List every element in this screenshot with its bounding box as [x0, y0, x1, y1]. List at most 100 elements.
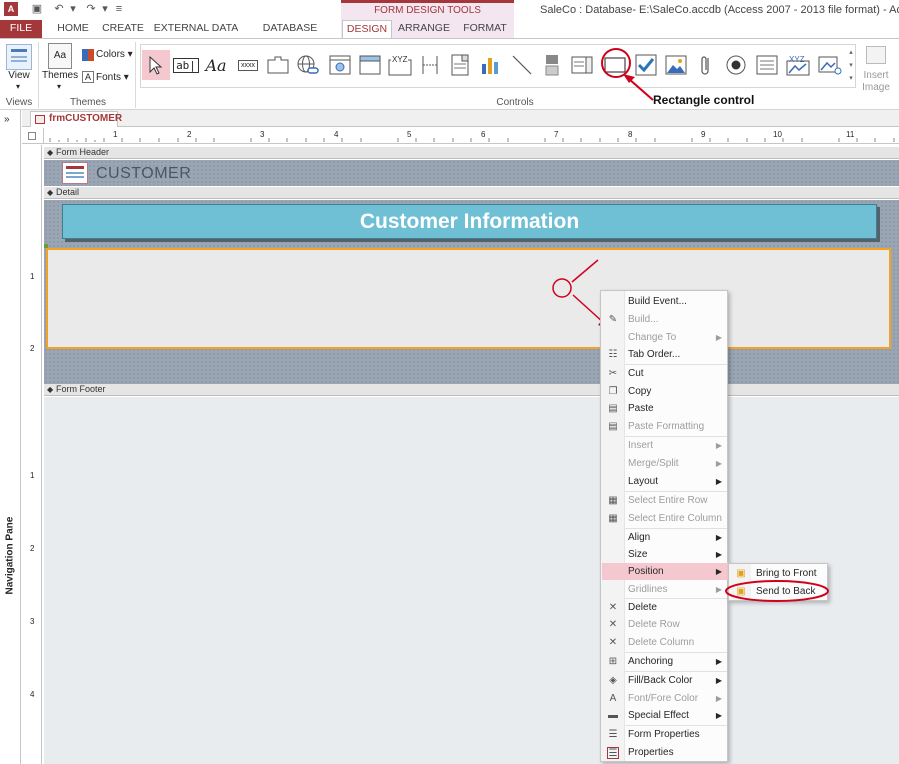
menu-item-anchoring[interactable]: ⊞ Anchoring ▶ — [602, 653, 728, 670]
detail-title-box[interactable]: Customer Information — [62, 204, 877, 239]
menu-item-label: Size — [628, 549, 648, 560]
menu-item-paste-formatting[interactable]: ▤ Paste Formatting — [602, 418, 728, 435]
submenu-arrow-icon: ▶ — [715, 477, 722, 486]
access-app-icon[interactable]: A — [4, 2, 18, 16]
undo-dropdown-icon[interactable]: ▾ — [66, 2, 80, 16]
menu-item-label: Select Entire Row — [628, 495, 708, 506]
hyperlink-icon[interactable] — [294, 50, 322, 80]
select-icon[interactable] — [142, 50, 170, 80]
document-tab[interactable]: frmCUSTOMER — [30, 111, 122, 127]
menu-item-align[interactable]: Align ▶ — [602, 529, 728, 546]
colors-button[interactable]: Colors ▾ — [96, 49, 133, 60]
menu-item-position[interactable]: Position ▶ — [602, 563, 728, 580]
menu-item-tab-order[interactable]: ☷ Tab Order... — [602, 346, 728, 363]
fonts-icon[interactable]: A — [82, 71, 94, 83]
navigation-pane[interactable]: » Navigation Pane — [0, 110, 21, 764]
menu-item-properties[interactable]: ☰ Properties — [602, 744, 728, 761]
menu-item-form-properties[interactable]: ☰ Form Properties — [602, 726, 728, 743]
menu-item-label: Select Entire Column — [628, 513, 722, 524]
tab-external-data[interactable]: EXTERNAL DATA — [152, 20, 240, 38]
insert-image-icon[interactable] — [866, 46, 886, 64]
menu-item-special-effect[interactable]: ▬ Special Effect ▶ — [602, 707, 728, 724]
navigation-pane-label: Navigation Pane — [4, 516, 16, 595]
menu-item-label: Build Event... — [628, 296, 687, 307]
undo-icon[interactable]: ↶ — [52, 2, 66, 16]
menu-item-copy[interactable]: ❐ Copy — [602, 383, 728, 400]
themes-button-label[interactable]: Themes — [42, 70, 78, 81]
form-header-label: Form Header — [56, 147, 110, 157]
view-icon[interactable] — [6, 44, 32, 70]
properties-icon: ☰ — [607, 747, 619, 759]
tab-design[interactable]: DESIGN — [342, 20, 392, 39]
list-box-icon[interactable] — [568, 50, 596, 80]
colors-icon[interactable] — [82, 49, 94, 61]
line-icon[interactable] — [508, 50, 536, 80]
move-handle[interactable] — [44, 244, 48, 248]
redo-dropdown-icon[interactable]: ▾ — [98, 2, 112, 16]
rectangle-control[interactable] — [46, 248, 891, 349]
menu-item-gridlines[interactable]: Gridlines ▶ — [602, 581, 728, 598]
menu-item-build[interactable]: ✎ Build... — [602, 311, 728, 328]
submenu-arrow-icon: ▶ — [715, 676, 722, 685]
form-header-bar[interactable]: ◆ Form Header — [44, 147, 899, 159]
menu-item-change-to[interactable]: Change To ▶ — [602, 329, 728, 346]
customize-quick-access-icon[interactable]: ≡ — [112, 2, 126, 16]
expand-nav-icon[interactable]: » — [4, 114, 10, 125]
label-icon[interactable]: Aa — [202, 50, 230, 80]
page-break-icon[interactable] — [416, 50, 444, 80]
option-group-icon[interactable]: XYZ — [386, 50, 414, 80]
form-header-title[interactable]: CUSTOMER — [96, 165, 191, 183]
textbox-icon[interactable]: ab| — [172, 50, 200, 80]
menu-item-paste[interactable]: ▤ Paste — [602, 400, 728, 417]
tab-database-tools[interactable]: DATABASE TOOLS — [244, 20, 336, 51]
detail-bar[interactable]: ◆ Detail — [44, 187, 899, 199]
ruler-number: 3 — [260, 130, 265, 139]
window-title: SaleCo : Database- E:\SaleCo.accdb (Acce… — [540, 4, 899, 16]
themes-dropdown-icon[interactable]: ▾ — [57, 82, 61, 91]
menu-item-label: Delete — [628, 602, 657, 613]
menu-item-fill-back-color[interactable]: ◈ Fill/Back Color ▶ — [602, 672, 728, 689]
menu-item-cut[interactable]: ✂ Cut — [602, 365, 728, 382]
tab-home[interactable]: HOME — [50, 20, 96, 38]
web-browser-icon[interactable] — [326, 50, 354, 80]
menu-item-layout[interactable]: Layout ▶ — [602, 473, 728, 490]
submenu-arrow-icon: ▶ — [715, 550, 722, 559]
combo-box-icon[interactable] — [446, 50, 474, 80]
menu-item-insert[interactable]: Insert ▶ — [602, 437, 728, 454]
menu-item-delete-row[interactable]: ✕ Delete Row — [602, 616, 728, 633]
menu-item-delete[interactable]: ✕ Delete — [602, 599, 728, 616]
menu-item-delete-column[interactable]: ✕ Delete Column — [602, 634, 728, 651]
submenu-arrow-icon: ▶ — [715, 657, 722, 666]
button-icon[interactable]: xxxx — [234, 50, 262, 80]
tab-arrange[interactable]: ARRANGE — [396, 20, 452, 38]
ruler-corner[interactable] — [22, 128, 44, 144]
menu-item-select-entire-row[interactable]: ▦ Select Entire Row — [602, 492, 728, 509]
paste-formatting-icon: ▤ — [608, 421, 618, 432]
menu-item-build-event[interactable]: Build Event... — [602, 293, 728, 310]
tab-control-icon[interactable] — [264, 50, 292, 80]
form-footer-bar[interactable]: ◆ Form Footer — [44, 384, 899, 396]
tab-file[interactable]: FILE — [0, 20, 42, 38]
tab-create[interactable]: CREATE — [100, 20, 146, 38]
fonts-button[interactable]: Fonts ▾ — [96, 72, 129, 83]
chart-icon[interactable] — [476, 50, 504, 80]
form-logo-icon[interactable] — [62, 162, 88, 184]
insert-image-button-label[interactable]: Insert Image — [858, 70, 894, 94]
gallery-scroll-buttons[interactable]: ▴ ▾ ▾ — [847, 46, 855, 85]
navigation-icon[interactable] — [356, 50, 384, 80]
unbound-object-icon[interactable] — [816, 50, 844, 80]
view-dropdown-icon[interactable]: ▾ — [16, 82, 20, 91]
menu-item-label: Align — [628, 532, 651, 543]
section-arrow-icon: ◆ — [47, 385, 54, 394]
menu-item-label: Build... — [628, 314, 659, 325]
toggle-button-icon[interactable] — [538, 50, 566, 80]
menu-item-select-entire-column[interactable]: ▦ Select Entire Column — [602, 510, 728, 527]
save-icon[interactable]: ▣ — [30, 2, 44, 16]
redo-icon[interactable]: ↷ — [84, 2, 98, 16]
view-button-label[interactable]: View — [6, 70, 32, 81]
menu-item-font-fore-color[interactable]: A Font/Fore Color ▶ — [602, 690, 728, 707]
themes-icon[interactable]: Aa — [48, 43, 72, 69]
menu-item-size[interactable]: Size ▶ — [602, 546, 728, 563]
menu-item-merge-split[interactable]: Merge/Split ▶ — [602, 455, 728, 472]
tab-format[interactable]: FORMAT — [458, 20, 512, 38]
